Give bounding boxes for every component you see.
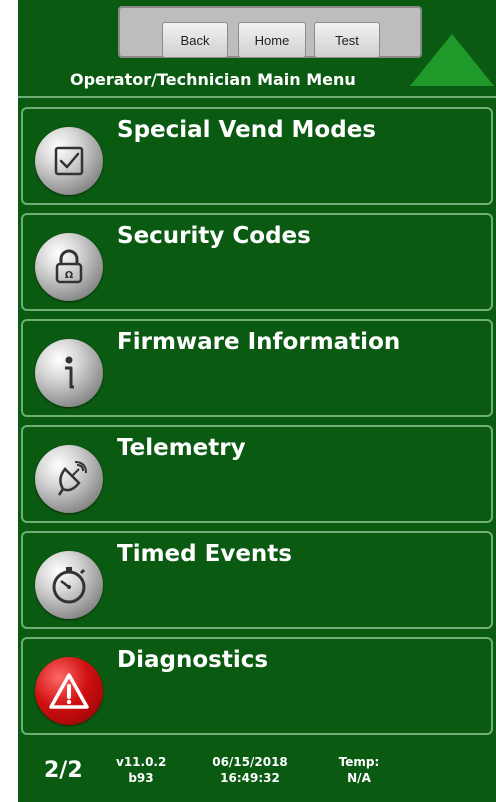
page-indicator: 2/2: [44, 758, 83, 783]
padlock-icon: Ω: [35, 233, 103, 301]
temp-label: Temp:: [338, 755, 380, 769]
warning-icon: [35, 657, 103, 725]
version-number: v11.0.2: [116, 755, 167, 769]
satellite-dish-icon: [35, 445, 103, 513]
scroll-up-arrow-icon[interactable]: [410, 34, 494, 86]
checkbox-icon: [35, 127, 103, 195]
home-button[interactable]: Home: [238, 22, 306, 58]
time-text: 16:49:32: [220, 771, 280, 785]
touchscreen: Back Home Test Operator/Technician Main …: [18, 0, 496, 802]
menu-item-label: Special Vend Modes: [117, 117, 376, 143]
temperature: Temp: N/A: [334, 754, 384, 786]
menu-item-label: Firmware Information: [117, 329, 401, 355]
temp-value: N/A: [347, 771, 371, 785]
date-text: 06/15/2018: [212, 755, 288, 769]
page-title: Operator/Technician Main Menu: [70, 70, 356, 89]
test-button[interactable]: Test: [314, 22, 380, 58]
menu-item-security-codes[interactable]: Ω Security Codes: [21, 213, 493, 311]
stopwatch-icon: [35, 551, 103, 619]
status-footer: 2/2 v11.0.2 b93 06/15/2018 16:49:32 Temp…: [18, 740, 496, 802]
menu-item-firmware-information[interactable]: Firmware Information: [21, 319, 493, 417]
menu-item-diagnostics[interactable]: Diagnostics: [21, 637, 493, 735]
menu-item-label: Diagnostics: [117, 647, 269, 673]
firmware-version: v11.0.2 b93: [116, 754, 166, 786]
svg-text:Ω: Ω: [65, 270, 74, 281]
menu-item-telemetry[interactable]: Telemetry: [21, 425, 493, 523]
menu-item-label: Security Codes: [117, 223, 311, 249]
menu-item-label: Timed Events: [117, 541, 292, 567]
menu-item-timed-events[interactable]: Timed Events: [21, 531, 493, 629]
datetime: 06/15/2018 16:49:32: [204, 754, 296, 786]
header: Back Home Test Operator/Technician Main …: [18, 0, 496, 98]
build-number: b93: [128, 771, 154, 785]
nav-panel: Back Home Test: [118, 6, 422, 58]
menu-item-special-vend-modes[interactable]: Special Vend Modes: [21, 107, 493, 205]
back-button[interactable]: Back: [162, 22, 228, 58]
menu-item-label: Telemetry: [117, 435, 246, 461]
info-icon: [35, 339, 103, 407]
